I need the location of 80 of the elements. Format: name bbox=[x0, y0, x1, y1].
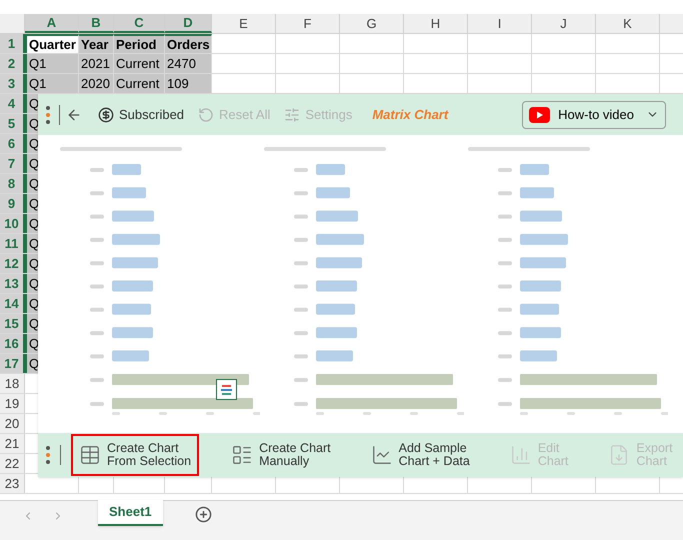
column-header[interactable]: C bbox=[114, 14, 165, 33]
create-from-selection-button[interactable]: Create Chart From Selection bbox=[71, 434, 200, 476]
table-cell-text: Q bbox=[28, 194, 40, 213]
table-cell-text: Current bbox=[115, 74, 160, 93]
row-header[interactable]: 16 bbox=[0, 334, 25, 353]
table-cell-text: 2020 bbox=[80, 74, 110, 93]
row-header[interactable]: 22 bbox=[0, 454, 25, 473]
row-header[interactable]: 5 bbox=[0, 114, 25, 133]
column-header[interactable]: J bbox=[532, 14, 596, 33]
column-header[interactable]: E bbox=[212, 14, 276, 33]
column-header[interactable]: F bbox=[276, 14, 340, 33]
table-cell-text: Q bbox=[28, 114, 40, 133]
table-cell-text: Q bbox=[28, 274, 40, 293]
column-header[interactable]: H bbox=[404, 14, 468, 33]
back-icon[interactable] bbox=[66, 106, 82, 122]
create-manually-button[interactable]: Create Chart Manually bbox=[223, 434, 339, 476]
column-header[interactable]: B bbox=[79, 14, 114, 33]
row-header[interactable]: 1 bbox=[0, 34, 25, 53]
row-header[interactable]: 4 bbox=[0, 94, 25, 113]
table-cell-text: Year bbox=[80, 36, 108, 53]
table-cell-text: Orders bbox=[166, 36, 210, 53]
table-cell-text: Q bbox=[28, 94, 40, 113]
column-header[interactable]: K bbox=[596, 14, 660, 33]
row-header[interactable]: 21 bbox=[0, 434, 25, 453]
menu-icon[interactable] bbox=[46, 106, 50, 124]
add-sheet-icon[interactable] bbox=[194, 506, 212, 523]
row-header[interactable]: 15 bbox=[0, 314, 25, 333]
table-cell-text: Current bbox=[115, 54, 160, 73]
list-icon bbox=[231, 444, 254, 466]
row-header[interactable]: 7 bbox=[0, 154, 25, 173]
dollar-icon bbox=[98, 106, 114, 122]
bar-chart-icon bbox=[510, 444, 532, 466]
sheet-tab[interactable]: Sheet1 bbox=[98, 500, 163, 526]
row-header[interactable]: 23 bbox=[0, 474, 25, 493]
table-cell-text: Q bbox=[28, 314, 40, 333]
column-header[interactable]: A bbox=[25, 14, 79, 33]
table-cell-text: Q bbox=[28, 354, 40, 373]
table-cell-text: Q1 bbox=[28, 74, 46, 93]
row-header[interactable]: 18 bbox=[0, 374, 25, 393]
row-header[interactable]: 10 bbox=[0, 214, 25, 233]
row-header[interactable]: 6 bbox=[0, 134, 25, 153]
table-cell-text: Q bbox=[28, 334, 40, 353]
table-cell-text: Q bbox=[28, 174, 40, 193]
table-cell-text: Quarter bbox=[28, 36, 76, 53]
line-chart-icon bbox=[370, 444, 393, 466]
settings-icon bbox=[284, 106, 300, 122]
table-cell-text: Q bbox=[28, 214, 40, 233]
table-cell-text: 109 bbox=[166, 74, 189, 93]
add-sample-button[interactable]: Add Sample Chart + Data bbox=[362, 434, 478, 476]
row-header[interactable]: 12 bbox=[0, 254, 25, 273]
row-header[interactable]: 14 bbox=[0, 294, 25, 313]
row-header[interactable]: 9 bbox=[0, 194, 25, 213]
table-cell-text: 2470 bbox=[166, 54, 196, 73]
column-header[interactable]: D bbox=[165, 14, 212, 33]
table-cell-text: Period bbox=[115, 36, 156, 53]
menu-icon[interactable] bbox=[46, 446, 50, 464]
row-header[interactable]: 19 bbox=[0, 394, 25, 413]
row-header[interactable]: 3 bbox=[0, 74, 25, 93]
row-header[interactable]: 2 bbox=[0, 54, 25, 73]
row-header[interactable]: 17 bbox=[0, 354, 25, 373]
table-cell-text: 2021 bbox=[80, 54, 110, 73]
reset-icon bbox=[198, 106, 214, 122]
subscription-button[interactable]: Subscribed bbox=[98, 104, 184, 124]
table-cell-text: Q bbox=[28, 254, 40, 273]
quick-chart-icon[interactable] bbox=[216, 379, 237, 400]
column-header[interactable]: G bbox=[340, 14, 404, 33]
table-icon bbox=[79, 444, 101, 466]
table-cell-text: Q bbox=[28, 294, 40, 313]
row-header[interactable]: 13 bbox=[0, 274, 25, 293]
panel-title: Matrix Chart bbox=[372, 106, 448, 124]
table-cell-text: Q bbox=[28, 154, 40, 173]
table-cell-text: Q bbox=[28, 234, 40, 253]
row-header[interactable]: 20 bbox=[0, 414, 25, 433]
table-cell-text: Q bbox=[28, 134, 40, 153]
row-header[interactable]: 11 bbox=[0, 234, 25, 253]
how-to-video-button[interactable]: How-to video bbox=[522, 100, 666, 128]
column-header[interactable]: I bbox=[468, 14, 532, 33]
row-header[interactable]: 8 bbox=[0, 174, 25, 193]
table-cell-text: Q1 bbox=[28, 54, 46, 73]
video-play-icon bbox=[529, 106, 550, 122]
